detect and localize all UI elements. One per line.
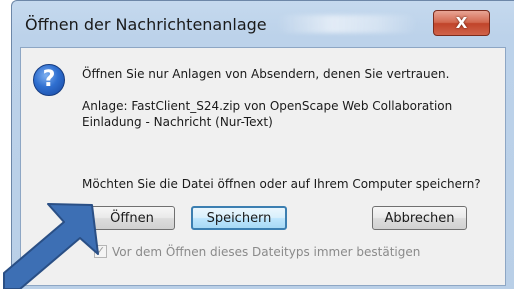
question-icon: ? xyxy=(33,64,65,96)
close-icon: X xyxy=(455,14,468,32)
open-or-save-question: Möchten Sie die Datei öffnen oder auf Ih… xyxy=(82,177,481,191)
attachment-details-line1: Anlage: FastClient_S24.zip von OpenScape… xyxy=(82,99,453,113)
confirm-checkbox[interactable]: ✓ xyxy=(94,245,107,258)
attachment-details-line2: Einladung - Nachricht (Nur-Text) xyxy=(82,115,273,129)
checkmark-icon: ✓ xyxy=(95,245,106,257)
dialog-content: ? Öffnen Sie nur Anlagen von Absendern, … xyxy=(20,47,506,286)
blurred-title-region xyxy=(277,15,417,33)
dialog-title: Öffnen der Nachrichtenanlage xyxy=(25,15,267,34)
warning-message: Öffnen Sie nur Anlagen von Absendern, de… xyxy=(82,67,450,81)
cancel-button[interactable]: Abbrechen xyxy=(372,206,467,230)
save-button[interactable]: Speichern xyxy=(191,206,287,230)
confirm-checkbox-label: Vor dem Öffnen dieses Dateityps immer be… xyxy=(112,245,421,259)
close-button[interactable]: X xyxy=(433,10,490,36)
open-button[interactable]: Öffnen xyxy=(89,206,175,230)
